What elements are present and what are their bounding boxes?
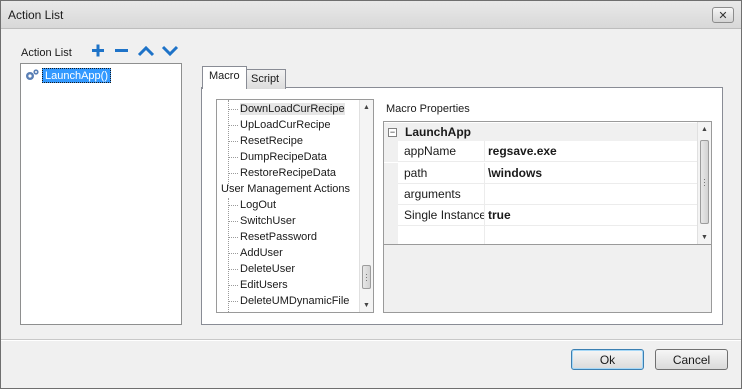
macro-properties-label: Macro Properties — [386, 103, 470, 115]
tree-item[interactable]: ResetPassword — [225, 229, 317, 245]
tree-item[interactable]: DeleteUMDynamicFile — [225, 293, 349, 309]
property-grid[interactable]: − LaunchApp appName regsave.exe path \wi… — [383, 121, 712, 313]
add-action-button[interactable] — [91, 43, 107, 59]
tree-scrollbar[interactable]: ▲ ▼ — [359, 100, 373, 312]
property-row[interactable]: path \windows — [384, 163, 697, 184]
property-value[interactable]: regsave.exe — [488, 144, 557, 158]
scroll-down-icon[interactable]: ▼ — [360, 298, 373, 312]
property-key: appName — [404, 144, 457, 158]
move-up-icon — [137, 45, 155, 57]
tree-item[interactable]: UpLoadCurRecipe — [225, 117, 331, 133]
tree-item[interactable]: DumpRecipeData — [225, 149, 327, 165]
property-value[interactable]: \windows — [488, 166, 542, 180]
property-key: arguments — [404, 187, 461, 201]
tab-script[interactable]: Script — [244, 69, 287, 89]
property-value[interactable]: true — [488, 208, 511, 222]
collapse-icon[interactable]: − — [388, 127, 397, 137]
cancel-button[interactable]: Cancel — [655, 349, 728, 370]
scroll-up-icon[interactable]: ▲ — [360, 100, 373, 114]
category-name: LaunchApp — [405, 125, 471, 139]
add-icon — [92, 44, 104, 57]
tree-item[interactable]: ResetRecipe — [225, 133, 303, 149]
tree-item[interactable]: AddUser — [225, 245, 283, 261]
property-grid-rows: − LaunchApp appName regsave.exe path \wi… — [384, 122, 697, 244]
property-row[interactable]: arguments — [384, 184, 697, 205]
move-down-icon — [161, 45, 179, 57]
remove-action-button[interactable] — [114, 43, 130, 59]
scroll-down-icon[interactable]: ▼ — [698, 230, 711, 244]
property-key: Single Instance — [404, 208, 484, 222]
title-bar[interactable]: Action List ✕ — [1, 1, 741, 29]
tree-item[interactable]: LogOut — [225, 197, 276, 213]
ok-button[interactable]: Ok — [571, 349, 644, 370]
property-row-empty — [384, 226, 697, 244]
scroll-thumb[interactable] — [700, 140, 709, 224]
property-scrollbar[interactable]: ▲ ▼ — [697, 122, 711, 244]
tree-item[interactable]: RestoreRecipeData — [225, 165, 336, 181]
tab-macro[interactable]: Macro — [202, 66, 247, 89]
tree-item[interactable]: DownLoadCurRecipe — [225, 101, 345, 117]
property-key: path — [404, 166, 428, 180]
tree-item[interactable]: EditUsers — [225, 277, 288, 293]
action-list-dialog: Action List ✕ Action List LaunchApp() Ma… — [0, 0, 742, 389]
scroll-up-icon[interactable]: ▲ — [698, 122, 711, 136]
action-list-box[interactable]: LaunchApp() — [20, 63, 182, 325]
action-list-item[interactable]: LaunchApp() — [24, 67, 111, 83]
close-icon: ✕ — [718, 9, 728, 22]
property-description-area — [384, 244, 711, 312]
move-up-button[interactable] — [137, 43, 155, 59]
property-row[interactable]: Single Instance true — [384, 205, 697, 226]
tree-item[interactable]: SwitchUser — [225, 213, 296, 229]
scroll-thumb[interactable] — [362, 265, 371, 289]
close-button[interactable]: ✕ — [712, 7, 734, 23]
macro-tree[interactable]: DownLoadCurRecipe UpLoadCurRecipe ResetR… — [216, 99, 374, 313]
move-down-button[interactable] — [161, 43, 179, 59]
window-title: Action List — [8, 8, 64, 22]
property-row[interactable]: appName regsave.exe — [384, 141, 697, 162]
action-list-label: Action List — [21, 47, 72, 59]
action-item-label: LaunchApp() — [42, 67, 111, 83]
gear-icon — [24, 67, 42, 83]
property-category[interactable]: − LaunchApp — [384, 123, 697, 141]
remove-icon — [115, 49, 128, 52]
tree-item[interactable]: DeleteUser — [225, 261, 295, 277]
tree-group[interactable]: User Management Actions — [221, 181, 350, 197]
